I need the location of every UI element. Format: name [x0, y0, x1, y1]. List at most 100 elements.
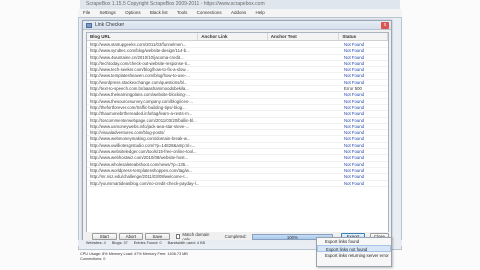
cell-status: Not Found	[344, 136, 365, 142]
cell-blog-url: http://www.wholesaleteabshoot.com/news/?…	[90, 161, 189, 167]
cell-anchor-text	[269, 155, 341, 160]
menu-item-export-server-error[interactable]: Export links returning server error	[317, 252, 391, 259]
cell-blog-url: http://www.websiteledger.com/tools/15-fr…	[90, 149, 197, 155]
cell-blog-url: http://www.usmoneywebs.info/jack-aea-sta…	[90, 123, 190, 129]
cell-anchor-link	[199, 42, 269, 47]
cell-status: Not Found	[344, 123, 365, 129]
cell-blog-url: http://techtoday.com/check-out-website-r…	[90, 60, 191, 66]
cell-status: Not Found	[344, 79, 365, 85]
cell-anchor-text	[269, 149, 341, 154]
cell-status: Not Found	[344, 104, 365, 110]
cell-anchor-link	[199, 155, 269, 160]
cell-blog-url: http://www.uwilliotesgrstudio.com/?p=148…	[90, 142, 196, 148]
cell-blog-url: http://toscommenterwebpage.com/2011/03/2…	[90, 117, 197, 123]
cell-status: Not Found	[344, 111, 365, 117]
column-header-blog-url[interactable]: Blog URL	[87, 33, 199, 40]
menu-item-export-not-found[interactable]: Export links not found	[317, 245, 391, 252]
screen: ScrapeBox 1.15.5 Copyright ScrapeBox 200…	[0, 0, 480, 270]
cell-status: Not Found	[344, 54, 365, 60]
status-bandwidth: Bandwidth used: 4 KB	[167, 241, 206, 245]
cell-blog-url: http://visualadventures.com/blog-posts/	[90, 130, 165, 136]
results-table: Blog URL Anchor Link Anchor Text Status …	[86, 32, 389, 240]
cell-anchor-link	[199, 136, 269, 141]
cell-blog-url: http://www.startupgeeks.com/2011/03/funn…	[90, 42, 187, 47]
cell-blog-url: http://www.templatesheaven.com/blog/how-…	[90, 73, 190, 79]
menu-bar: File Settings Options Black list Tools C…	[78, 9, 402, 17]
cell-anchor-link	[199, 86, 269, 91]
cell-anchor-link	[199, 105, 269, 110]
column-header-anchor-link[interactable]: Anchor Link	[198, 33, 268, 40]
menu-item-export-found[interactable]: Export links found	[317, 238, 391, 245]
cell-blog-url: http://yoursmartideasblog.com/no-credit-…	[90, 180, 199, 186]
cell-blog-url: http://www.thesourcesurvey.company.com/b…	[90, 98, 194, 104]
cell-anchor-text	[269, 124, 341, 129]
table-row[interactable]: http://yoursmartideasblog.com/no-credit-…	[87, 180, 388, 187]
cell-anchor-link	[199, 143, 269, 148]
cell-anchor-link	[199, 168, 269, 173]
column-header-anchor-text[interactable]: Anchor Text	[268, 33, 340, 40]
abort-button[interactable]: Abort	[118, 233, 144, 240]
menu-options[interactable]: Options	[125, 10, 141, 15]
table-body: http://www.startupgeeks.com/2011/03/funn…	[87, 42, 388, 187]
cell-anchor-text	[269, 73, 341, 78]
cell-anchor-link	[199, 99, 269, 104]
cell-status: Not Found	[344, 73, 365, 79]
cell-anchor-text	[269, 61, 341, 66]
cell-blog-url: http://www.webmoneymaking.com/domain-bre…	[90, 136, 191, 142]
cell-status: Not Found	[344, 161, 365, 167]
completed-label: Completed:	[224, 234, 247, 239]
save-button[interactable]: Save	[145, 233, 170, 240]
cell-status: Not Found	[344, 130, 365, 136]
cell-anchor-text	[269, 136, 341, 141]
menu-help[interactable]: Help	[255, 10, 264, 15]
cell-anchor-link	[199, 124, 269, 129]
start-button[interactable]: Start	[92, 233, 117, 240]
cell-anchor-text	[269, 55, 341, 60]
cell-anchor-link	[199, 118, 269, 123]
cell-anchor-text	[269, 111, 341, 116]
menu-connections[interactable]: Connections	[197, 10, 222, 15]
cell-anchor-text	[269, 99, 341, 104]
menu-addons[interactable]: Addons	[231, 10, 246, 15]
cell-anchor-text	[269, 105, 341, 110]
menu-settings[interactable]: Settings	[100, 10, 116, 15]
cell-blog-url: http://www.tech-seeker.com/blog/how-to-f…	[90, 67, 189, 73]
cell-status: Not Found	[344, 67, 365, 73]
cell-status: Not Found	[344, 174, 365, 180]
cell-anchor-link	[199, 174, 269, 179]
cell-status: Not Found	[344, 167, 365, 173]
cell-status: Not Found	[344, 149, 365, 155]
cell-anchor-text	[269, 42, 341, 47]
cell-blog-url: http://thefortforever.com/traffic-buildi…	[90, 104, 186, 110]
cell-anchor-link	[199, 111, 269, 116]
cell-anchor-text	[269, 118, 341, 123]
cell-anchor-link	[199, 92, 269, 97]
cell-anchor-text	[269, 181, 341, 186]
cell-status: Error 500	[344, 86, 362, 92]
cell-anchor-text	[269, 130, 341, 135]
cell-blog-url: http://www.worldpress-templatesshoppes.c…	[90, 167, 193, 173]
cell-status: Not Found	[344, 48, 365, 54]
app-title-bar: ScrapeBox 1.15.5 Copyright ScrapeBox 200…	[80, 0, 400, 9]
cell-anchor-text	[269, 174, 341, 179]
dialog-title-bar[interactable]: Link Checker x	[83, 21, 391, 30]
status-blogs: Blogs: 37	[111, 241, 128, 245]
cell-anchor-link	[199, 61, 269, 66]
cell-status: Not Found	[344, 42, 365, 47]
menu-file[interactable]: File	[83, 10, 90, 15]
window-icon	[86, 23, 92, 28]
cell-blog-url: http://text-to-speech.com.br/aaashammood…	[90, 86, 189, 92]
cell-blog-url: http://mr.nsz.edu/challenge/2011/03/08/w…	[90, 174, 189, 180]
cell-anchor-link	[199, 48, 269, 53]
close-icon[interactable]: x	[381, 22, 389, 29]
checkbox-box[interactable]	[175, 234, 181, 239]
cell-status: Not Found	[344, 117, 365, 123]
menu-blacklist[interactable]: Black list	[150, 10, 168, 15]
system-info-bar: CPU Usage: 8% Memory Load: 47% Memory Fr…	[78, 252, 238, 262]
column-header-status[interactable]: Status	[339, 33, 388, 40]
menu-tools[interactable]: Tools	[177, 10, 188, 15]
cell-anchor-link	[199, 162, 269, 167]
cell-blog-url: http://www.thelearningplans.com/website-…	[90, 92, 190, 98]
cell-blog-url: http://thaumonebrthereaded.info/tag/lear…	[90, 111, 193, 117]
cell-anchor-link	[199, 73, 269, 78]
